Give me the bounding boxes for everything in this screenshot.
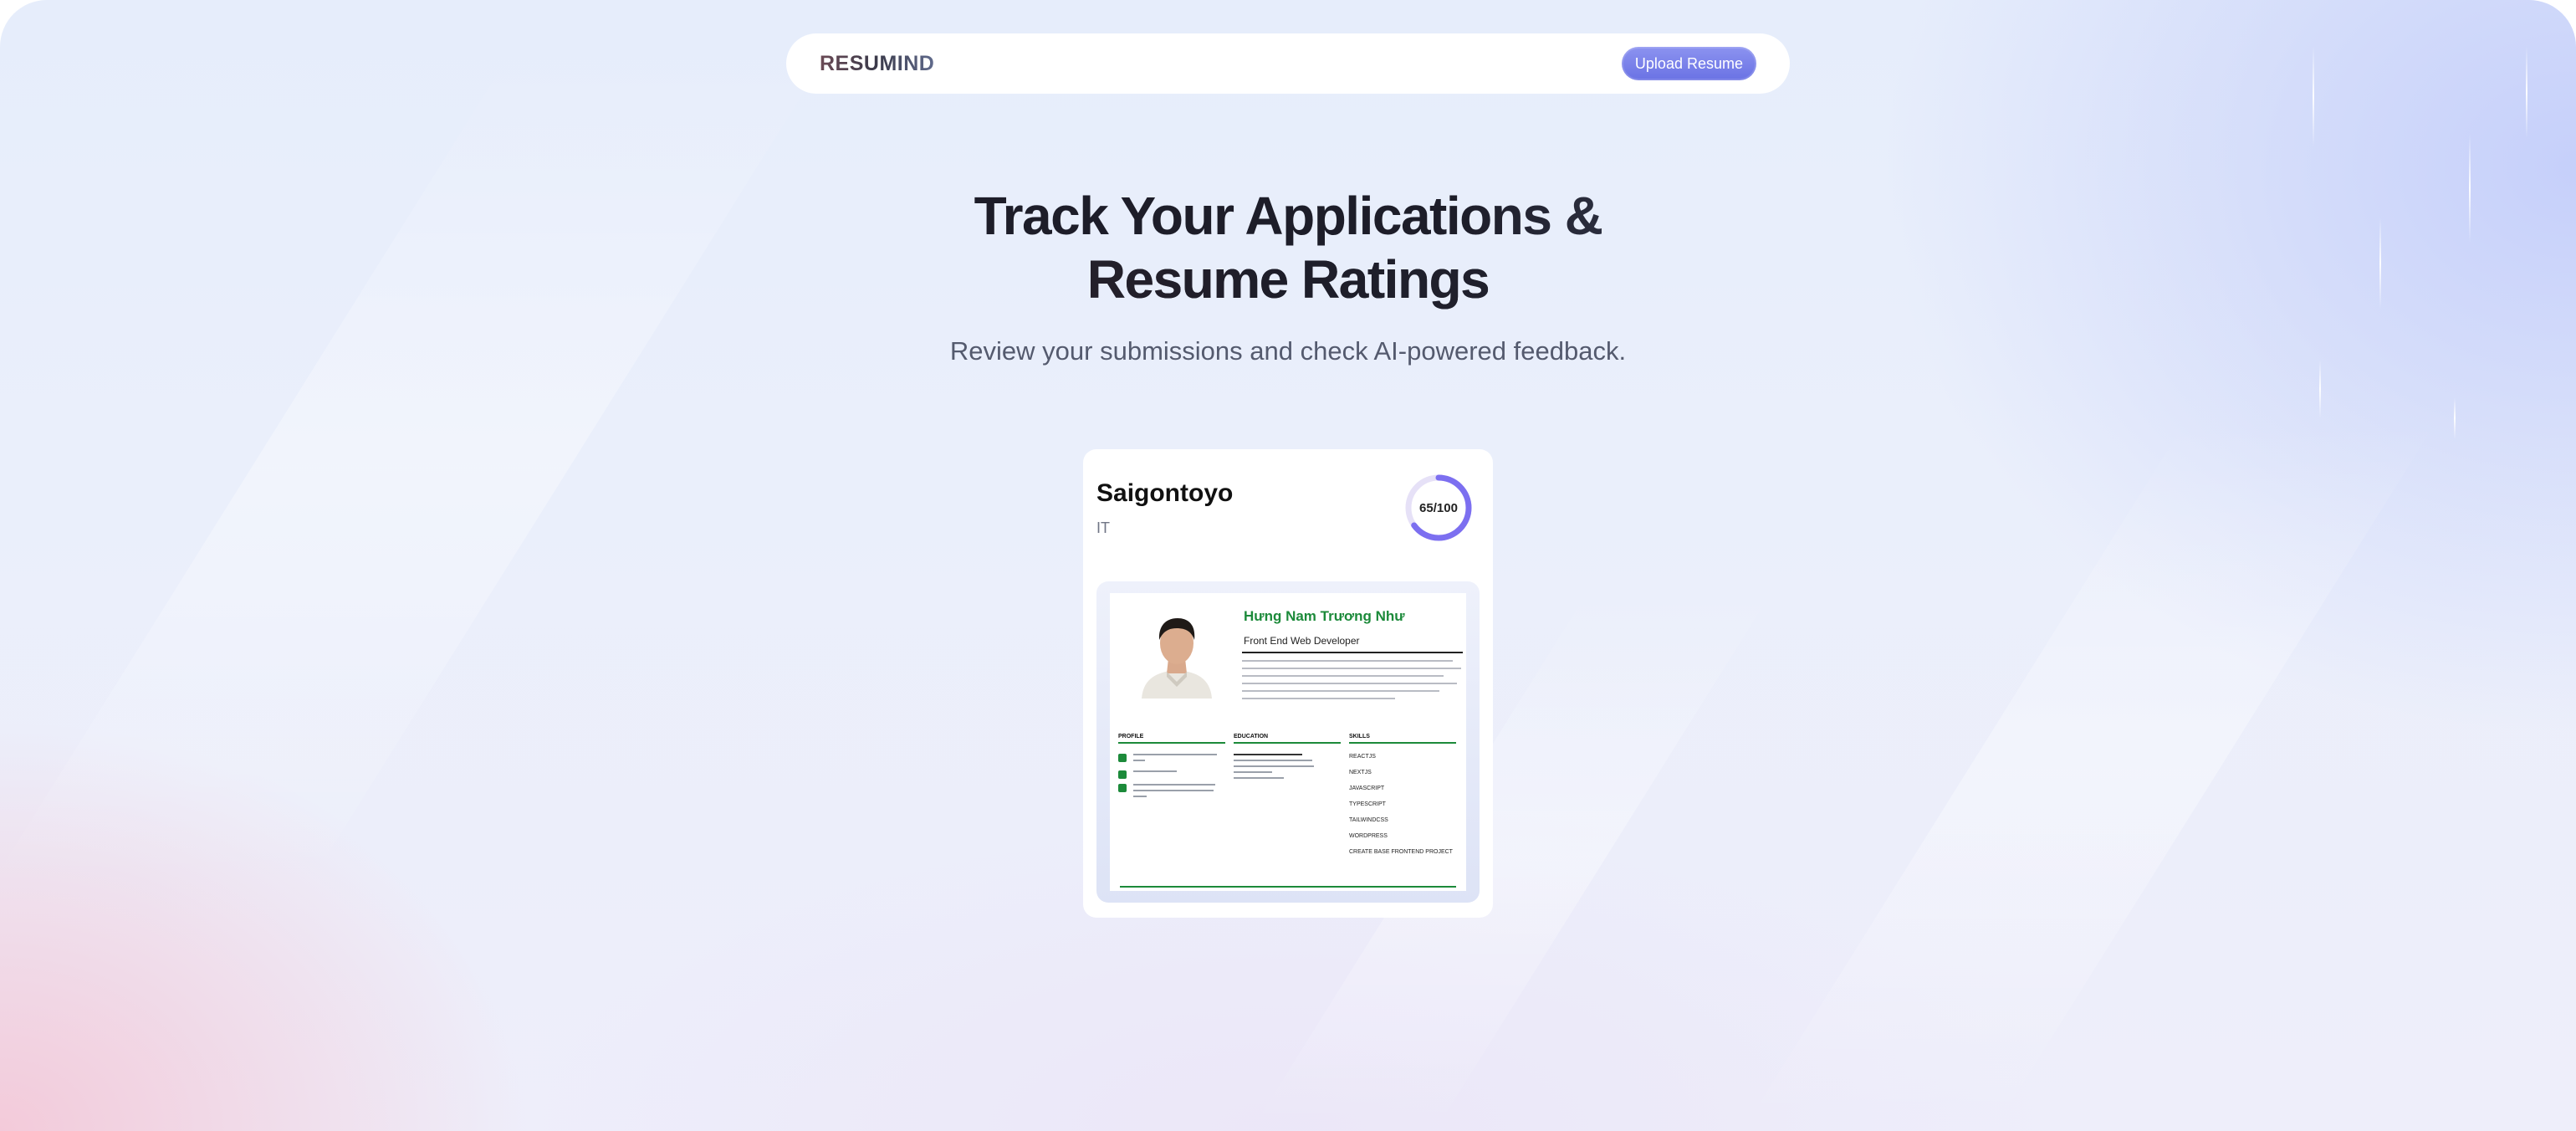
resume-preview[interactable]: Hưng Nam Trương Như Front End Web Develo…: [1096, 581, 1480, 903]
light-streak-decoration: [2469, 134, 2471, 243]
resume-education-column: EDUCATION: [1234, 734, 1341, 783]
resume-candidate-name: Hưng Nam Trương Như: [1244, 608, 1405, 624]
resume-skill: TYPESCRIPT: [1349, 801, 1386, 807]
email-icon: [1118, 754, 1127, 762]
resume-skill: NEXTJS: [1349, 770, 1372, 775]
resume-profile-heading: PROFILE: [1118, 734, 1225, 744]
upload-resume-button[interactable]: Upload Resume: [1621, 47, 1756, 80]
resume-thumbnail: Hưng Nam Trương Như Front End Web Develo…: [1110, 593, 1466, 891]
light-streak-decoration: [2319, 360, 2321, 418]
page-title: Track Your Applications & Resume Ratings: [452, 184, 2124, 311]
resume-candidate-title: Front End Web Developer: [1244, 635, 1360, 647]
job-title: IT: [1096, 519, 1110, 536]
light-streak-decoration: [2526, 46, 2527, 138]
resume-profile-column: PROFILE: [1118, 734, 1225, 806]
light-streak-decoration: [2313, 46, 2314, 146]
page-background: RESUMIND Upload Resume Track Your Applic…: [0, 0, 2576, 1131]
resume-skill: REACTJS: [1349, 754, 1376, 760]
resume-skill: TAILWINDCSS: [1349, 817, 1388, 823]
resume-divider: [1242, 652, 1463, 653]
score-label: 65/100: [1419, 500, 1458, 515]
score-ring: 65/100: [1403, 473, 1474, 543]
resume-skills-heading: SKILLS: [1349, 734, 1456, 744]
resume-card[interactable]: Saigontoyo IT 65/100 Hưng Nam Trương Như: [1083, 449, 1493, 918]
location-icon: [1118, 784, 1127, 792]
resume-skill: JAVASCRIPT: [1349, 786, 1385, 791]
resume-contact-email: [1118, 754, 1225, 765]
resume-summary-text: [1242, 660, 1461, 705]
light-beam-decoration: [0, 50, 831, 887]
profile-photo: [1130, 605, 1224, 699]
resume-footer-rule: [1120, 886, 1456, 888]
light-beam-decoration: [1743, 418, 2439, 1129]
resume-skill: CREATE BASE FRONTEND PROJECT: [1349, 849, 1453, 855]
logo-link[interactable]: RESUMIND: [820, 52, 934, 76]
light-streak-decoration: [2454, 397, 2456, 439]
resume-contact-address: [1118, 784, 1225, 801]
page-subtitle: Review your submissions and check AI-pow…: [949, 336, 1627, 366]
phone-icon: [1118, 770, 1127, 779]
page-title-line-2: Resume Ratings: [452, 248, 2124, 311]
resume-skill: WORDPRESS: [1349, 833, 1388, 839]
resume-contact-phone: [1118, 770, 1225, 779]
hero-section: Track Your Applications & Resume Ratings…: [452, 184, 2124, 366]
resume-education-heading: EDUCATION: [1234, 734, 1341, 744]
light-streak-decoration: [2379, 218, 2381, 310]
navbar: RESUMIND Upload Resume: [786, 33, 1790, 94]
company-name: Saigontoyo: [1096, 479, 1234, 507]
resume-skills-column: SKILLS REACTJS NEXTJS JAVASCRIPT TYPESCR…: [1349, 734, 1456, 865]
resume-education-entry: [1234, 754, 1341, 779]
page-title-line-1: Track Your Applications &: [974, 186, 1602, 246]
